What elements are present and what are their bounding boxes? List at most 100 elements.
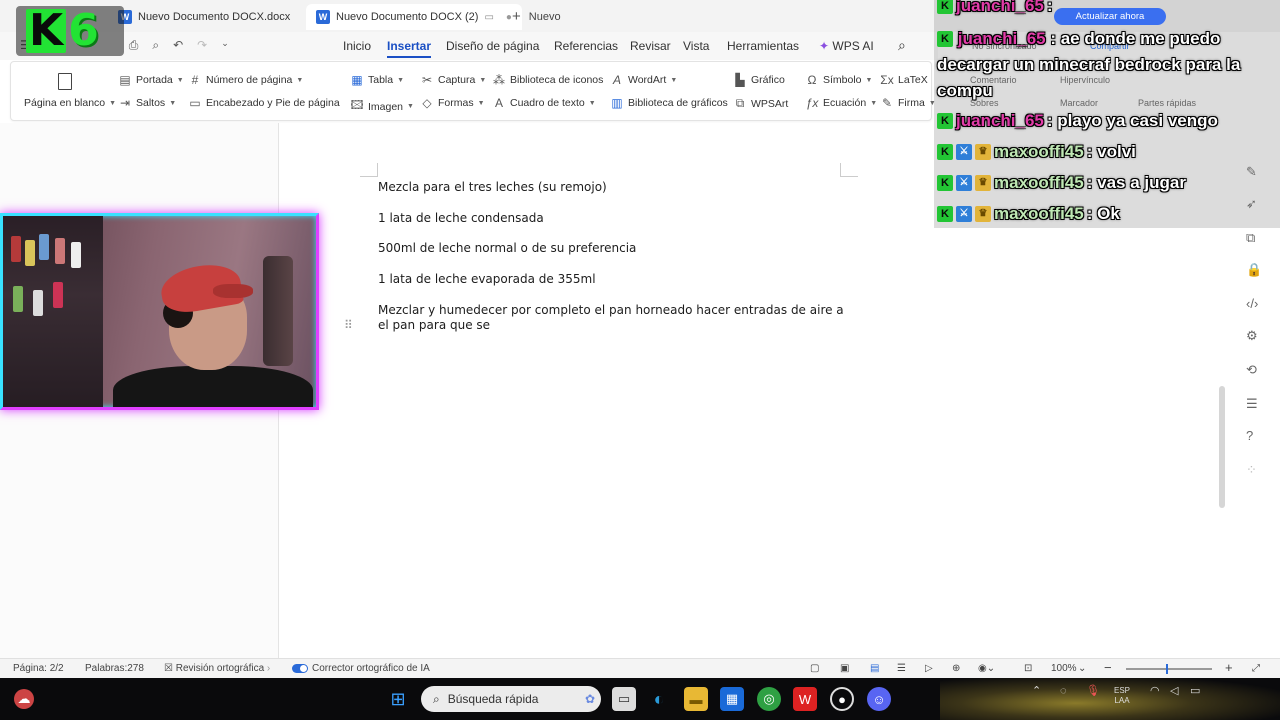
zoom-slider-thumb[interactable] bbox=[1166, 664, 1168, 674]
microphone bbox=[263, 256, 293, 366]
zoom-in-icon[interactable]: + bbox=[1225, 660, 1233, 675]
header-footer-icon: ▭ bbox=[189, 96, 201, 110]
page-number-button[interactable]: # Número de página ▼ bbox=[188, 73, 304, 87]
wordart-button[interactable]: A WordArt ▼ bbox=[610, 73, 677, 87]
microphone-icon[interactable]: 🎙 bbox=[1086, 686, 1100, 697]
vertical-scrollbar[interactable] bbox=[1219, 386, 1225, 508]
battery-icon[interactable]: ▭ bbox=[1190, 686, 1200, 697]
doc-paragraph[interactable]: Mezcla para el tres leches (su remojo) bbox=[378, 180, 848, 195]
print-icon[interactable]: ⎙ bbox=[129, 38, 139, 53]
microsoft-store-icon[interactable]: ▦ bbox=[720, 687, 744, 711]
menu-inicio[interactable]: Inicio bbox=[343, 39, 371, 53]
taskbar-glow bbox=[940, 678, 1280, 720]
chart-button[interactable]: ▙ Gráfico bbox=[733, 73, 784, 87]
symbol-label: Símbolo bbox=[823, 74, 862, 86]
textbox-button[interactable]: A Cuadro de texto ▼ bbox=[492, 96, 596, 110]
menu-herramientas[interactable]: Herramientas bbox=[727, 39, 799, 53]
menu-vista[interactable]: Vista bbox=[683, 39, 709, 53]
taskbar-search[interactable]: ⌕ Búsqueda rápida ✿ bbox=[421, 686, 601, 712]
language-indicator[interactable]: ESP LAA bbox=[1114, 686, 1130, 706]
doc-paragraph[interactable]: 1 lata de leche condensada bbox=[378, 211, 848, 226]
discord-icon[interactable]: ☺ bbox=[867, 687, 891, 711]
doc-paragraph[interactable]: 1 lata de leche evaporada de 355ml bbox=[378, 272, 848, 287]
menu-insertar[interactable]: Insertar bbox=[387, 39, 432, 58]
breaks-button[interactable]: ⇥ Saltos ▼ bbox=[118, 96, 176, 110]
help-icon[interactable]: ? bbox=[1246, 428, 1253, 443]
outline-icon[interactable]: ☰ bbox=[1246, 396, 1258, 412]
breaks-icon: ⇥ bbox=[119, 96, 131, 110]
fullscreen-icon[interactable]: ⤢ bbox=[1252, 663, 1260, 674]
task-view-icon[interactable]: ▭ bbox=[612, 687, 636, 711]
grid-icon[interactable]: ⁘ bbox=[1246, 462, 1257, 478]
drag-handle-icon[interactable]: ⠿ bbox=[344, 318, 353, 332]
menu-referencias[interactable]: Referencias bbox=[554, 39, 618, 53]
spellcheck-status[interactable]: ☒ Revisión ortográfica › bbox=[164, 663, 270, 674]
outline-view-icon[interactable]: ☰ bbox=[897, 663, 906, 674]
print-layout-icon[interactable]: ▤ bbox=[870, 663, 879, 674]
tab-document-1[interactable]: W Nuevo Documento DOCX.docx ● bbox=[108, 4, 326, 30]
chat-message: K juanchi_65 : ae donde me puedo decarga… bbox=[937, 26, 1277, 104]
obs-studio-icon[interactable]: ● bbox=[830, 687, 854, 711]
latex-button[interactable]: Σx LaTeX bbox=[880, 73, 928, 87]
volume-icon[interactable]: ◁ bbox=[1170, 686, 1178, 697]
fit-page-icon[interactable]: ⊡ bbox=[1024, 663, 1032, 674]
monitor-icon[interactable]: ▭ bbox=[484, 12, 493, 23]
shapes-button[interactable]: ◇ Formas ▼ bbox=[420, 96, 484, 110]
wpsart-button[interactable]: ⧉ WPSArt bbox=[733, 96, 789, 111]
icon-library-button[interactable]: ⁂ Biblioteca de iconos bbox=[492, 73, 603, 87]
wifi-icon[interactable]: ◠ bbox=[1150, 686, 1160, 697]
word-count[interactable]: Palabras:278 bbox=[85, 663, 144, 674]
doc-paragraph[interactable]: Mezclar y humedecer por completo el pan … bbox=[378, 303, 848, 333]
document-page[interactable] bbox=[278, 123, 938, 658]
weather-widget-icon[interactable]: ☁ bbox=[14, 689, 34, 709]
image-button[interactable]: 🖾 Imagen ▼ bbox=[350, 96, 414, 117]
blank-page-button[interactable]: Página en blanco ▼ bbox=[24, 97, 116, 109]
eye-protection-icon[interactable]: ◉⌄ bbox=[978, 663, 995, 674]
equation-button[interactable]: ƒx Ecuación ▼ bbox=[805, 96, 877, 110]
undo-icon[interactable]: ↶ bbox=[173, 38, 183, 53]
header-footer-button[interactable]: ▭ Encabezado y Pie de página bbox=[188, 96, 339, 110]
code-icon[interactable]: ‹/› bbox=[1246, 296, 1258, 311]
zoom-dropdown-icon[interactable]: ⌄ bbox=[1078, 663, 1086, 674]
ai-corrector-toggle[interactable]: Corrector ortográfico de IA bbox=[292, 663, 430, 674]
tray-app-icon[interactable]: ◌ bbox=[1060, 686, 1067, 697]
wps-office-icon[interactable]: W bbox=[793, 687, 817, 711]
symbol-button[interactable]: Ω Símbolo ▼ bbox=[805, 73, 873, 87]
tray-chevron-icon[interactable]: ⌃ bbox=[1032, 686, 1041, 697]
doc-paragraph[interactable]: 500ml de leche normal o de su preferenci… bbox=[378, 241, 848, 256]
new-tab-button[interactable]: + Nuevo bbox=[512, 8, 561, 25]
print-preview-icon[interactable]: ⌕ bbox=[152, 38, 159, 53]
select-cursor-icon[interactable]: ➶ bbox=[1246, 196, 1257, 212]
menu-revisar[interactable]: Revisar bbox=[630, 39, 671, 53]
copy-icon[interactable]: ⧉ bbox=[1246, 230, 1255, 246]
read-mode-icon[interactable]: ▢ bbox=[810, 663, 819, 674]
right-tool-rail: ✎ ➶ ⧉ 🔒 ‹/› ⚙ ⟲ ☰ ? ⁘ bbox=[1240, 130, 1270, 650]
chevron-down-icon[interactable]: ⌄ bbox=[221, 38, 229, 53]
play-icon[interactable]: ▷ bbox=[925, 663, 933, 674]
chrome-browser-icon[interactable]: ◎ bbox=[757, 687, 781, 711]
file-explorer-icon[interactable]: ▬ bbox=[684, 687, 708, 711]
page-indicator[interactable]: Página: 2/2 bbox=[13, 663, 64, 674]
search-icon[interactable]: ⌕ bbox=[898, 37, 906, 54]
tab-document-2[interactable]: W Nuevo Documento DOCX (2) ▭ ● bbox=[306, 4, 522, 30]
windows-start-icon[interactable]: ⊞ bbox=[386, 687, 410, 711]
edge-browser-icon[interactable]: ◐ bbox=[647, 687, 671, 711]
menu-wps-ai[interactable]: ✦ WPS AI bbox=[819, 39, 874, 53]
capture-button[interactable]: ✂ Captura ▼ bbox=[420, 73, 486, 87]
edit-pencil-icon[interactable]: ✎ bbox=[1246, 164, 1257, 180]
redo-icon[interactable]: ↷ bbox=[197, 38, 207, 53]
zoom-out-icon[interactable]: − bbox=[1104, 660, 1112, 675]
zoom-level[interactable]: 100% bbox=[1051, 663, 1077, 674]
lock-icon[interactable]: 🔒 bbox=[1246, 262, 1262, 278]
chart-library-button[interactable]: ▥ Biblioteca de gráficos bbox=[610, 96, 727, 110]
history-icon[interactable]: ⟲ bbox=[1246, 362, 1257, 378]
signature-button[interactable]: ✎ Firma ▼ bbox=[880, 96, 936, 110]
zoom-slider[interactable] bbox=[1126, 668, 1212, 670]
adjust-icon[interactable]: ⚙ bbox=[1246, 328, 1258, 344]
moderator-sword-icon: ⚔ bbox=[956, 144, 972, 160]
menu-diseno-pagina[interactable]: Diseño de página bbox=[446, 39, 539, 53]
table-button[interactable]: ▦ Tabla ▼ bbox=[350, 73, 404, 87]
cover-button[interactable]: ▤ Portada ▼ bbox=[118, 73, 183, 87]
web-view-icon[interactable]: ⊕ bbox=[952, 663, 960, 674]
page-layout-icon[interactable]: ▣ bbox=[840, 663, 849, 674]
